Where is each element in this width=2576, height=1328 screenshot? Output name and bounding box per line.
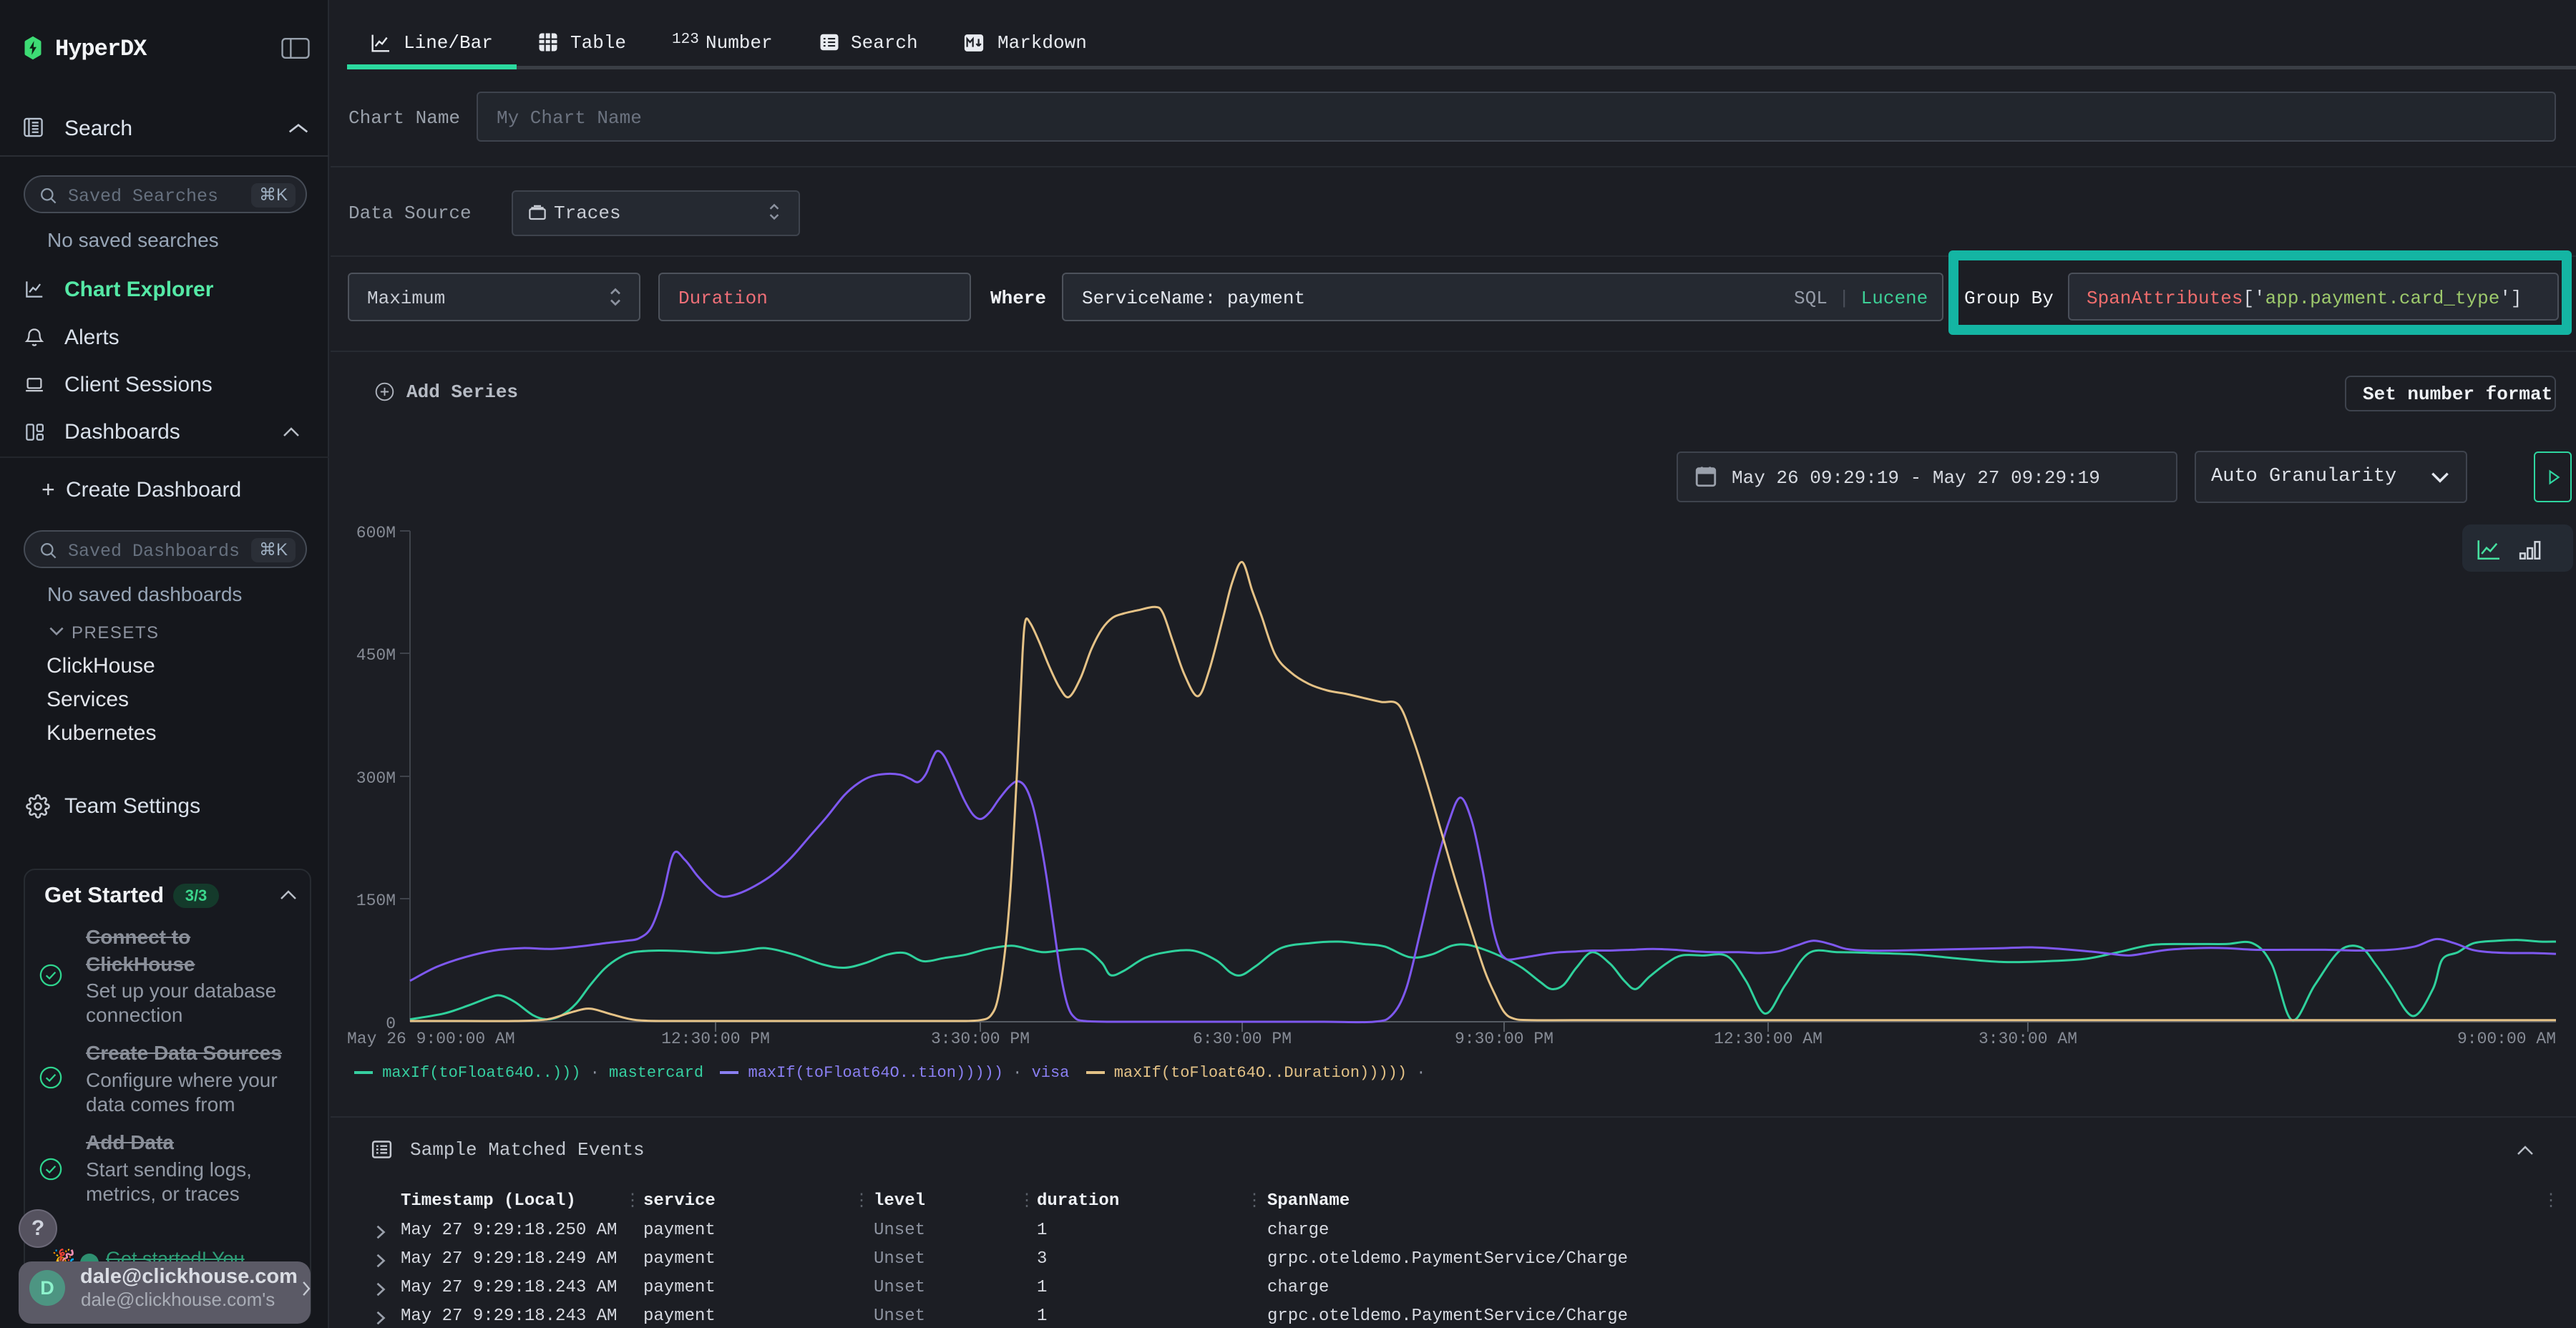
svg-text:3:30:00 PM: 3:30:00 PM <box>931 1030 1030 1048</box>
svg-text:9:00:00 AM: 9:00:00 AM <box>2457 1030 2556 1048</box>
svg-text:150M: 150M <box>356 892 396 910</box>
svg-text:9:30:00 PM: 9:30:00 PM <box>1455 1030 1553 1048</box>
svg-text:12:30:00 PM: 12:30:00 PM <box>661 1030 770 1048</box>
svg-text:450M: 450M <box>356 646 396 665</box>
svg-text:300M: 300M <box>356 769 396 788</box>
svg-text:600M: 600M <box>356 524 396 542</box>
svg-text:6:30:00 PM: 6:30:00 PM <box>1193 1030 1292 1048</box>
svg-text:3:30:00 AM: 3:30:00 AM <box>1979 1030 2077 1048</box>
svg-text:May 26 9:00:00 AM: May 26 9:00:00 AM <box>347 1030 515 1048</box>
svg-text:12:30:00 AM: 12:30:00 AM <box>1714 1030 1823 1048</box>
